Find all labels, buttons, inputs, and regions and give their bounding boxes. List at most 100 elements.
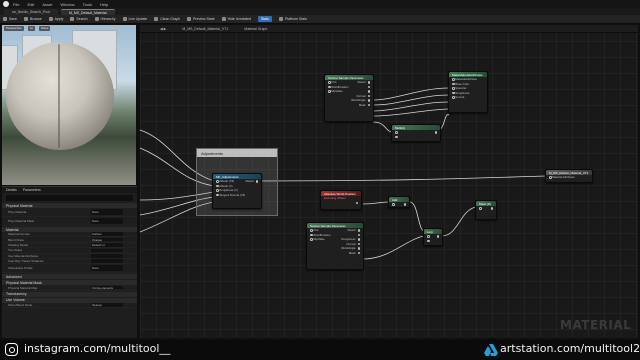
property-value[interactable]: Opaque — [91, 303, 123, 307]
pin-icon[interactable] — [367, 90, 370, 93]
viewport-show-button[interactable]: Show — [38, 26, 51, 31]
pin-icon[interactable] — [367, 99, 370, 102]
lerp-node[interactable]: Lerp — [423, 228, 443, 246]
multiply-node[interactable]: Multiply — [391, 124, 441, 142]
pin-icon[interactable] — [479, 207, 482, 210]
preview-state-button[interactable]: Preview State — [187, 17, 215, 21]
pin-icon[interactable] — [367, 81, 370, 84]
property-value[interactable]: Surface — [91, 232, 123, 236]
pin-row[interactable] — [392, 135, 440, 140]
pin-icon[interactable] — [434, 131, 437, 134]
component-mask-node[interactable]: Mask (R) — [475, 200, 497, 220]
back-arrow-icon[interactable]: ◀ ▶ — [160, 27, 166, 31]
pin-row[interactable]: Tangent Normal (V3) — [213, 193, 261, 198]
property-value[interactable]: Default Lit — [91, 243, 123, 247]
comment-title[interactable]: Adjustments — [197, 149, 277, 157]
property-value[interactable]: None — [91, 265, 123, 272]
pin-icon[interactable] — [255, 180, 258, 183]
absolute-world-position-node[interactable]: Absolute World Position Excluding Offset… — [320, 190, 362, 210]
property-value[interactable]: None — [91, 209, 123, 215]
stats-button[interactable]: Stats — [258, 16, 272, 22]
details-section-header[interactable]: Translucency — [2, 291, 137, 297]
save-button[interactable]: Save — [3, 17, 17, 21]
menu-item-help[interactable]: Help — [100, 2, 108, 7]
pin-icon[interactable] — [436, 235, 439, 238]
property-value[interactable]: None — [91, 218, 123, 224]
property-value[interactable] — [91, 259, 123, 263]
menu-item-edit[interactable]: Edit — [27, 2, 34, 7]
clean-graph-button[interactable]: Clean Graph — [154, 17, 180, 21]
property-value[interactable] — [91, 254, 123, 258]
pin-icon[interactable] — [216, 180, 219, 183]
pin-icon[interactable] — [328, 90, 331, 93]
pin-icon[interactable] — [452, 82, 455, 85]
pin-icon[interactable] — [310, 238, 313, 241]
menu-item-asset[interactable]: Asset — [42, 2, 52, 7]
property-value[interactable]: 0 Array elements — [91, 286, 123, 290]
hide-unrelated-button[interactable]: Hide Unrelated — [221, 17, 251, 21]
pin-row[interactable] — [424, 239, 442, 244]
tab-details[interactable]: Details — [6, 188, 17, 192]
pin-row[interactable]: Mask — [307, 251, 363, 256]
details-section-header[interactable]: Advanced — [2, 274, 137, 280]
pin-icon[interactable] — [392, 203, 395, 206]
pin-icon[interactable] — [452, 96, 455, 99]
details-search-input[interactable] — [6, 195, 133, 201]
pin-icon[interactable] — [357, 242, 360, 245]
pin-row[interactable] — [389, 202, 409, 207]
pin-icon[interactable] — [216, 184, 219, 187]
pin-row[interactable] — [321, 201, 361, 206]
pin-row[interactable]: Material Attributes — [546, 175, 592, 180]
platform-stats-button[interactable]: Platform Stats — [278, 17, 307, 21]
pin-row[interactable] — [476, 206, 496, 211]
graph-tab-label[interactable]: M_MS_Default_Material_VT1 — [182, 27, 228, 31]
pin-icon[interactable] — [357, 247, 360, 250]
pin-icon[interactable] — [328, 85, 331, 88]
add-node[interactable]: Add — [388, 196, 410, 208]
pin-icon[interactable] — [328, 81, 331, 84]
pin-icon[interactable] — [452, 78, 455, 81]
pin-icon[interactable] — [427, 235, 430, 238]
menu-item-tools[interactable]: Tools — [83, 2, 92, 7]
texture-sample-node[interactable]: Texture Sample Parameter UVs Result World… — [306, 222, 364, 270]
apply-button[interactable]: Apply — [48, 17, 63, 21]
pin-icon[interactable] — [216, 193, 219, 196]
menu-item-file[interactable]: File — [13, 2, 19, 7]
pin-icon[interactable] — [395, 135, 398, 138]
pin-icon[interactable] — [367, 94, 370, 97]
material-function-node[interactable]: MF_Adjustments Albedo (V3) Result Albedo … — [212, 173, 262, 209]
texture-sample-node[interactable]: Texture Sample Parameter UVs Result World… — [324, 74, 374, 122]
pin-icon[interactable] — [310, 229, 313, 232]
pin-icon[interactable] — [355, 201, 358, 204]
pin-icon[interactable] — [216, 189, 219, 192]
pin-icon[interactable] — [403, 203, 406, 206]
pin-icon[interactable] — [357, 229, 360, 232]
pin-icon[interactable] — [367, 85, 370, 88]
browse-button[interactable]: Browse — [23, 17, 42, 21]
unreal-logo-icon[interactable] — [3, 1, 9, 7]
pin-icon[interactable] — [357, 233, 360, 236]
pin-icon[interactable] — [427, 239, 430, 242]
pin-row[interactable]: Normal — [449, 95, 487, 100]
pin-icon[interactable] — [490, 207, 493, 210]
tab-parameters[interactable]: Parameters — [23, 188, 41, 192]
search-button[interactable]: Search — [70, 17, 88, 21]
property-value[interactable]: Opaque — [91, 238, 123, 242]
pin-row[interactable]: Mask — [325, 103, 373, 108]
make-material-attributes-node[interactable]: MakeMaterialAttributes MaterialAttribute… — [448, 71, 488, 113]
pin-icon[interactable] — [310, 233, 313, 236]
viewport-perspective-button[interactable]: Perspective — [4, 26, 24, 31]
menu-item-window[interactable]: Window — [60, 2, 74, 7]
pin-icon[interactable] — [395, 131, 398, 134]
pin-icon[interactable] — [367, 103, 370, 106]
pin-icon[interactable] — [357, 251, 360, 254]
viewport-lit-button[interactable]: Lit — [27, 26, 35, 31]
live-update-button[interactable]: Live Update — [122, 17, 147, 21]
hierarchy-button[interactable]: Hierarchy — [94, 17, 116, 21]
pin-icon[interactable] — [452, 87, 455, 90]
material-output-node[interactable]: M_MS_Default_Material_VT1 Material Attri… — [545, 169, 593, 183]
pin-icon[interactable] — [357, 238, 360, 241]
property-value[interactable] — [91, 248, 123, 253]
pin-icon[interactable] — [549, 176, 552, 179]
pin-icon[interactable] — [452, 91, 455, 94]
